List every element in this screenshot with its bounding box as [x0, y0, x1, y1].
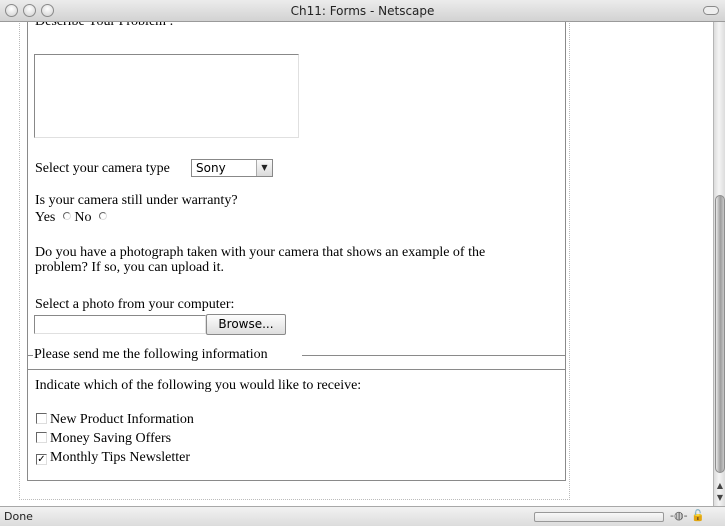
status-text: Done [4, 510, 33, 523]
photo-file-input[interactable] [34, 315, 206, 334]
scroll-up-arrow-icon[interactable]: ▲ [714, 480, 725, 492]
new-product-info-checkbox[interactable] [36, 413, 47, 424]
scrollbar-thumb[interactable] [715, 195, 725, 473]
warranty-no-label: No [74, 210, 92, 225]
information-legend: Please send me the following information [33, 347, 269, 363]
window-title: Ch11: Forms - Netscape [290, 4, 435, 18]
problem-textarea[interactable] [34, 54, 299, 138]
connection-and-security-icons: -◍- 🔓 [670, 509, 705, 522]
warranty-yes-radio[interactable] [62, 212, 71, 220]
camera-type-select[interactable]: Sony ▼ [191, 159, 273, 177]
warranty-options: Yes No [35, 210, 107, 226]
scroll-down-arrow-icon[interactable]: ▼ [714, 492, 725, 504]
money-saving-offers-label: Money Saving Offers [50, 431, 172, 446]
warranty-no-radio[interactable] [99, 212, 107, 220]
toolbar-toggle-button[interactable] [703, 6, 719, 15]
monthly-tips-newsletter-checkbox[interactable]: ✓ [36, 454, 47, 465]
camera-type-selected-value: Sony [196, 161, 226, 175]
photo-question-line1: Do you have a photograph taken with your… [35, 245, 486, 260]
warranty-yes-label: Yes [35, 210, 56, 225]
describe-problem-label: Describe Your Problem : [35, 22, 173, 30]
warranty-question: Is your camera still under warranty? [35, 193, 238, 208]
page-content: Describe Your Problem : Select your came… [0, 22, 713, 506]
information-instruction: Indicate which of the following you woul… [35, 378, 362, 393]
monthly-tips-newsletter-label: Monthly Tips Newsletter [50, 450, 191, 465]
money-saving-offers-checkbox[interactable] [36, 432, 47, 443]
select-photo-label: Select a photo from your computer: [35, 297, 235, 312]
security-lock-icon[interactable]: 🔓 [691, 509, 705, 522]
photo-question-line2: problem? If so, you can upload it. [35, 260, 224, 275]
progress-bar [534, 512, 664, 522]
status-bar: Done -◍- 🔓 [0, 506, 725, 526]
new-product-info-label: New Product Information [50, 412, 194, 427]
option-new-product-info[interactable]: New Product Information [36, 412, 194, 428]
camera-type-label: Select your camera type [35, 161, 170, 176]
online-status-icon[interactable]: -◍- [670, 509, 688, 522]
option-monthly-tips-newsletter[interactable]: ✓ Monthly Tips Newsletter [36, 450, 190, 466]
window-titlebar: Ch11: Forms - Netscape [0, 0, 725, 22]
chevron-down-icon: ▼ [256, 160, 272, 176]
fieldset-border-right [302, 355, 565, 356]
option-money-saving-offers[interactable]: Money Saving Offers [36, 431, 171, 447]
vertical-scrollbar[interactable]: ▲ ▼ [713, 22, 725, 506]
browse-button[interactable]: Browse... [206, 314, 286, 335]
